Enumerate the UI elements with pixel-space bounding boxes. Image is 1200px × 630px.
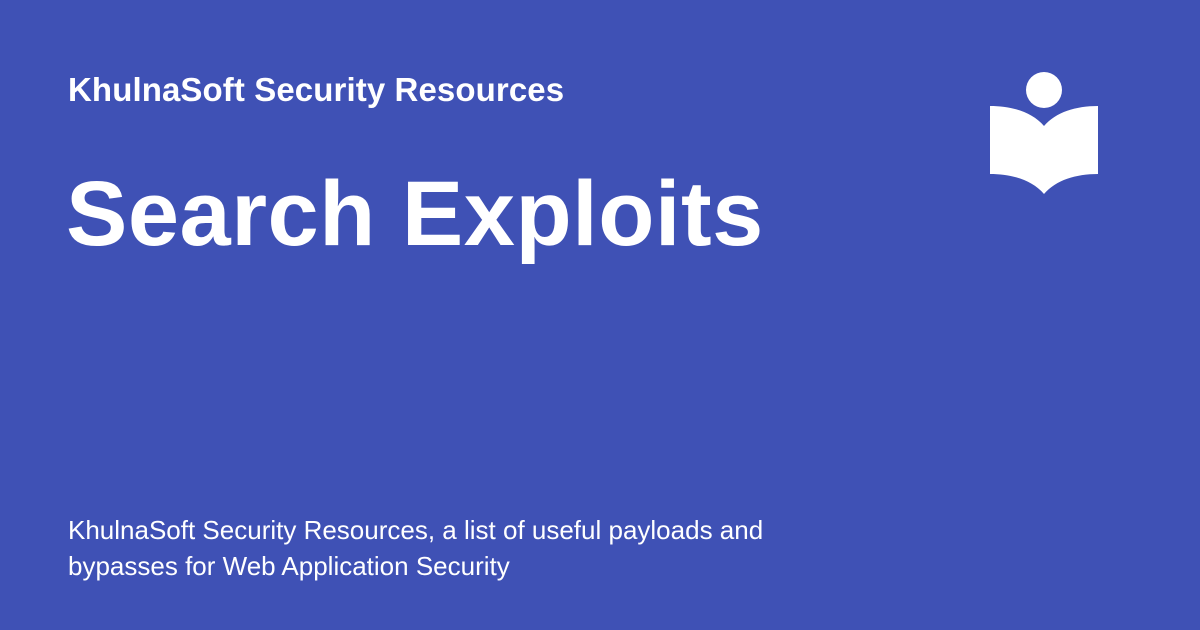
social-card: KhulnaSoft Security Resources Search Exp… [0, 0, 1200, 630]
page-description: KhulnaSoft Security Resources, a list of… [68, 515, 764, 581]
page-title: Search Exploits [66, 163, 764, 265]
reader-book-icon [990, 72, 1098, 194]
site-name: KhulnaSoft Security Resources [68, 71, 565, 108]
